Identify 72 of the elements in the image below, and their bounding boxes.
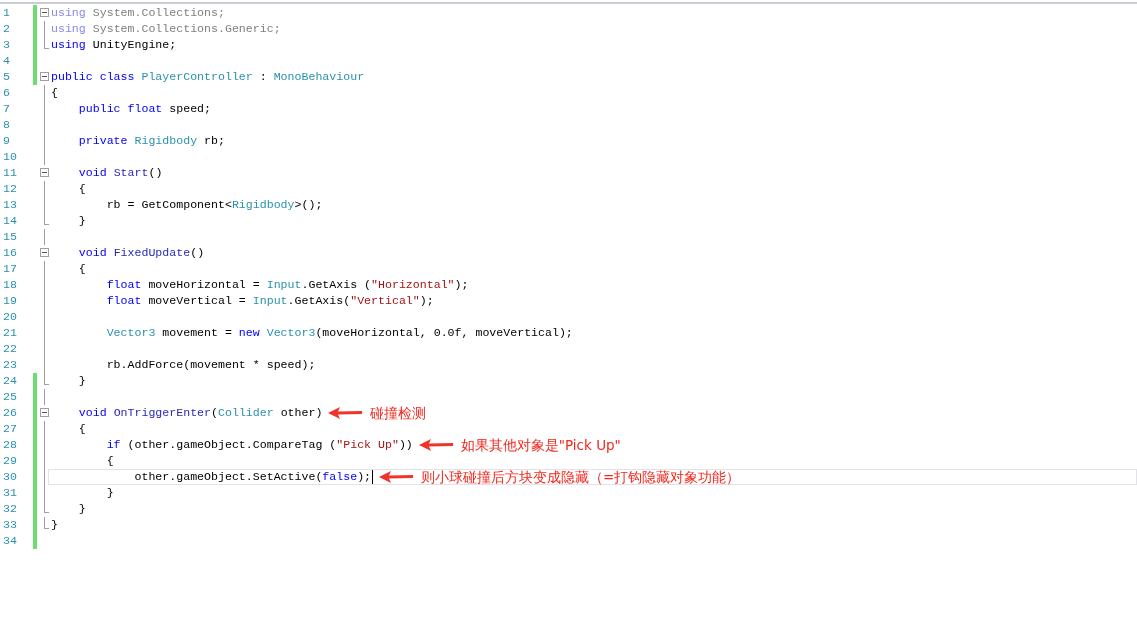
line-number: 16 (2, 245, 18, 261)
code-line: float moveHorizontal = Input.GetAxis ("Horizontal"); (106, 277, 469, 293)
code-line: using UnityEngine; (51, 37, 177, 53)
code-line: void Start() (78, 165, 163, 181)
code-line: } (51, 517, 58, 533)
line-number: 11 (2, 165, 18, 181)
line-number: 15 (2, 229, 18, 245)
code-line: using System.Collections.Generic; (51, 21, 281, 37)
arrow-icon (418, 439, 453, 451)
code-line: } (106, 485, 114, 501)
text-cursor (372, 470, 374, 484)
line-number: 28 (2, 437, 18, 453)
annotation-text: 则小球碰撞后方块变成隐藏（=打钩隐藏对象功能） (421, 469, 741, 485)
line-number: 12 (2, 181, 18, 197)
line-number: 7 (2, 101, 11, 117)
code-line: } (78, 373, 86, 389)
line-number: 10 (2, 149, 18, 165)
code-line: void FixedUpdate() (78, 245, 205, 261)
collapse-icon[interactable] (40, 248, 49, 257)
line-number: 3 (2, 37, 11, 53)
line-number: 14 (2, 213, 18, 229)
line-number: 2 (2, 21, 11, 37)
line-number: 5 (2, 69, 11, 85)
line-number: 31 (2, 485, 18, 501)
line-number: 33 (2, 517, 18, 533)
line-number: 23 (2, 357, 18, 373)
line-number: 18 (2, 277, 18, 293)
code-line: using System.Collections; (51, 5, 225, 21)
code-line: } (78, 213, 86, 229)
code-line: rb.AddForce(movement * speed); (106, 357, 316, 373)
line-number: 1 (2, 5, 11, 21)
line-number: 6 (2, 85, 11, 101)
collapse-icon[interactable] (40, 168, 49, 177)
line-number: 4 (2, 53, 11, 69)
line-number: 32 (2, 501, 18, 517)
line-number: 26 (2, 405, 18, 421)
line-number: 8 (2, 117, 11, 133)
line-number: 27 (2, 421, 18, 437)
line-number: 20 (2, 309, 18, 325)
line-number: 29 (2, 453, 18, 469)
code-line: { (78, 261, 86, 277)
line-number: 24 (2, 373, 18, 389)
code-line: private Rigidbody rb; (78, 133, 225, 149)
collapse-icon[interactable] (40, 8, 49, 17)
code-line: public class PlayerController : MonoBehaviour (51, 69, 365, 85)
line-number: 34 (2, 533, 18, 549)
code-line: { (106, 453, 114, 469)
annotation-text: 碰撞检测 (370, 405, 427, 421)
arrow-icon (379, 471, 414, 483)
code-line: public float speed; (78, 101, 212, 117)
line-number: 19 (2, 293, 18, 309)
line-number: 9 (2, 133, 11, 149)
annotation-text: 如果其他对象是"Pick Up" (460, 437, 621, 453)
collapse-icon[interactable] (40, 72, 49, 81)
arrow-icon (328, 407, 363, 419)
line-number: 21 (2, 325, 18, 341)
line-number: 25 (2, 389, 18, 405)
code-line: { (78, 181, 86, 197)
line-number: 22 (2, 341, 18, 357)
code-line: { (51, 85, 58, 101)
code-line: void OnTriggerEnter(Collider other) (78, 405, 323, 421)
code-line: if (other.gameObject.CompareTag ("Pick Up")) (106, 437, 413, 453)
collapse-icon[interactable] (40, 408, 49, 417)
code-line: } (78, 501, 86, 517)
code-line: { (78, 421, 86, 437)
code-line: rb = GetComponent<Rigidbody>(); (106, 197, 323, 213)
code-line: float moveVertical = Input.GetAxis("Vertical"); (106, 293, 434, 309)
code-line: Vector3 movement = new Vector3(moveHorizontal, 0.0f, moveVertical); (106, 325, 573, 341)
line-number: 17 (2, 261, 18, 277)
line-number: 13 (2, 197, 18, 213)
code-line: other.gameObject.SetActive(false); (134, 469, 372, 485)
line-number: 30 (2, 469, 18, 485)
